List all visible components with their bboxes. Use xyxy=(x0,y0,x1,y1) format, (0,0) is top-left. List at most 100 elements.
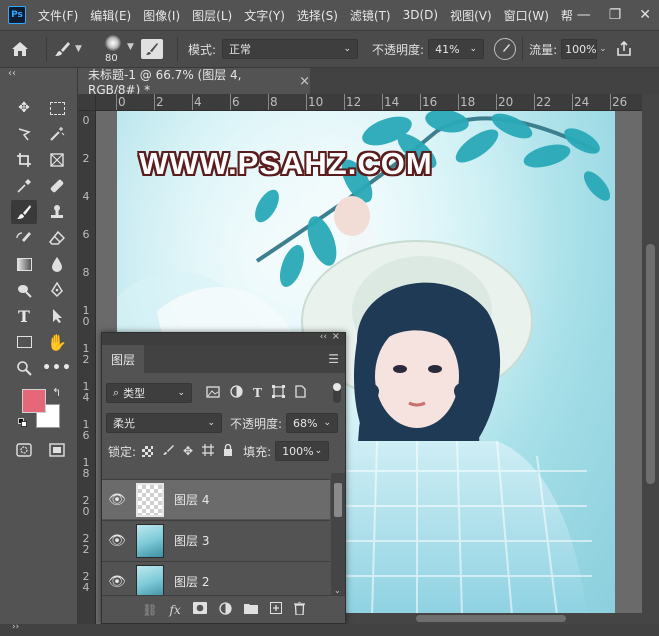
frame-tool-icon[interactable] xyxy=(44,148,70,172)
filter-adjustment-icon[interactable] xyxy=(230,385,243,401)
filter-toggle[interactable] xyxy=(333,383,341,403)
brush-preset-picker[interactable]: ▼ xyxy=(53,40,97,58)
horizontal-ruler[interactable]: 0 2 4 6 8 10 12 14 16 18 20 22 24 26 xyxy=(96,94,642,111)
link-layers-icon[interactable]: ⛓ xyxy=(142,603,157,617)
brush-settings-panel-icon[interactable] xyxy=(141,39,163,59)
layer-name[interactable]: 图层 3 xyxy=(174,532,209,549)
menu-filter[interactable]: 滤镜(T) xyxy=(350,7,391,24)
ruler-origin[interactable] xyxy=(78,94,96,111)
path-selection-tool-icon[interactable] xyxy=(44,304,70,328)
more-tools-icon[interactable]: ••• xyxy=(42,356,71,380)
layer-name[interactable]: 图层 2 xyxy=(174,573,209,590)
horizontal-scrollbar[interactable] xyxy=(346,613,642,624)
layer-row[interactable]: 👁 图层 2 xyxy=(102,561,330,595)
fx-icon[interactable]: fx xyxy=(170,603,181,617)
chevron-down-icon[interactable]: ⌄ xyxy=(599,44,607,54)
menu-help[interactable]: 帮 xyxy=(561,7,573,24)
filter-shape-icon[interactable] xyxy=(271,385,285,401)
share-icon[interactable] xyxy=(615,40,633,58)
lock-transparent-pixels-icon[interactable] xyxy=(142,445,154,457)
layer-opacity-field[interactable]: 68% ⌄ xyxy=(286,413,339,433)
collapse-panel-icon[interactable]: ‹‹ xyxy=(320,332,327,342)
lock-artboard-icon[interactable] xyxy=(202,443,215,459)
dodge-tool-icon[interactable] xyxy=(11,278,37,302)
collapse-icon[interactable]: ‹‹ xyxy=(8,68,16,79)
swap-colors-icon[interactable]: ↰ xyxy=(52,386,61,399)
menu-3d[interactable]: 3D(D) xyxy=(403,8,438,22)
lasso-tool-icon[interactable] xyxy=(11,122,37,146)
eyedropper-tool-icon[interactable] xyxy=(11,174,37,198)
clone-stamp-tool-icon[interactable] xyxy=(44,200,70,224)
tab-layers[interactable]: 图层 xyxy=(102,345,144,373)
document-tab[interactable]: 未标题-1 @ 66.7% (图层 4, RGB/8#) * × xyxy=(78,68,310,97)
move-tool-icon[interactable]: ✥ xyxy=(11,96,37,120)
default-colors-icon[interactable] xyxy=(18,418,28,428)
panel-header-bar[interactable]: ‹‹ × xyxy=(102,331,345,345)
menu-file[interactable]: 文件(F) xyxy=(38,7,78,24)
mode-dropdown[interactable]: 正常 ⌄ xyxy=(222,39,359,59)
type-tool-icon[interactable]: T xyxy=(11,304,37,328)
close-tab-icon[interactable]: × xyxy=(299,74,310,89)
visibility-eye-icon[interactable]: 👁 xyxy=(102,533,132,549)
vertical-ruler[interactable]: 0 2 4 6 8 10 12 14 16 18 20 22 24 xyxy=(78,111,96,624)
foreground-color-swatch[interactable] xyxy=(22,389,46,413)
minimize-button[interactable]: — xyxy=(577,7,591,23)
menu-type[interactable]: 文字(Y) xyxy=(244,7,285,24)
pressure-opacity-icon[interactable] xyxy=(494,38,517,60)
menu-layer[interactable]: 图层(L) xyxy=(192,7,232,24)
close-panel-icon[interactable]: × xyxy=(332,331,340,342)
scroll-down-icon[interactable]: ⌄ xyxy=(334,586,341,595)
quick-mask-icon[interactable] xyxy=(11,438,37,462)
lock-all-icon[interactable] xyxy=(223,443,233,459)
close-window-button[interactable]: ✕ xyxy=(639,7,651,23)
adjustment-layer-icon[interactable] xyxy=(219,601,232,618)
filter-pixel-icon[interactable] xyxy=(206,385,220,401)
fill-field[interactable]: 100% ⌄ xyxy=(275,441,330,461)
menu-edit[interactable]: 编辑(E) xyxy=(90,7,131,24)
home-icon[interactable] xyxy=(0,41,40,57)
menu-select[interactable]: 选择(S) xyxy=(297,7,338,24)
panel-menu-icon[interactable]: ☰ xyxy=(328,352,339,366)
zoom-tool-icon[interactable] xyxy=(11,356,37,380)
opacity-field[interactable]: 41% ⌄ xyxy=(428,39,485,59)
add-mask-icon[interactable] xyxy=(192,602,207,617)
menu-window[interactable]: 窗口(W) xyxy=(504,7,549,24)
delete-layer-icon[interactable] xyxy=(293,600,305,618)
marquee-tool-icon[interactable] xyxy=(44,96,70,120)
restore-button[interactable]: ❐ xyxy=(609,7,622,23)
scrollbar-thumb[interactable] xyxy=(416,615,566,622)
blend-mode-dropdown[interactable]: 柔光 ⌄ xyxy=(106,413,222,433)
hand-tool-icon[interactable]: ✋ xyxy=(44,330,70,354)
gradient-tool-icon[interactable] xyxy=(11,252,37,276)
lock-position-icon[interactable]: ✥ xyxy=(183,444,193,458)
menu-image[interactable]: 图像(I) xyxy=(143,7,180,24)
visibility-eye-icon[interactable]: 👁 xyxy=(102,574,132,590)
brush-tool-icon[interactable] xyxy=(11,200,37,224)
filter-type-icon[interactable]: T xyxy=(253,386,262,400)
visibility-eye-icon[interactable]: 👁 xyxy=(102,492,132,508)
collapse-icon[interactable]: ›› xyxy=(12,622,19,632)
menu-view[interactable]: 视图(V) xyxy=(450,7,492,24)
screen-mode-icon[interactable] xyxy=(44,438,70,462)
healing-brush-tool-icon[interactable] xyxy=(44,174,70,198)
flow-field[interactable]: 100% xyxy=(561,39,598,59)
scrollbar-thumb[interactable] xyxy=(334,483,342,517)
scrollbar-thumb[interactable] xyxy=(646,244,655,484)
magic-wand-tool-icon[interactable] xyxy=(44,122,70,146)
layer-name[interactable]: 图层 4 xyxy=(174,491,209,508)
rectangle-tool-icon[interactable] xyxy=(11,330,37,354)
filter-smart-object-icon[interactable] xyxy=(295,385,306,401)
pen-tool-icon[interactable] xyxy=(44,278,70,302)
lock-image-pixels-icon[interactable] xyxy=(162,444,175,459)
crop-tool-icon[interactable] xyxy=(11,148,37,172)
new-group-icon[interactable] xyxy=(243,603,258,617)
brush-size-picker[interactable]: 80 ▼ xyxy=(97,31,141,67)
history-brush-tool-icon[interactable] xyxy=(11,226,37,250)
new-layer-icon[interactable] xyxy=(269,602,282,617)
layer-row[interactable]: 👁 图层 3 xyxy=(102,520,330,560)
vertical-scrollbar[interactable] xyxy=(642,94,659,624)
eraser-tool-icon[interactable] xyxy=(44,226,70,250)
layer-row[interactable]: 👁 图层 4 xyxy=(102,479,330,519)
layers-scrollbar[interactable]: ⌄ xyxy=(331,473,345,595)
blur-tool-icon[interactable] xyxy=(44,252,70,276)
